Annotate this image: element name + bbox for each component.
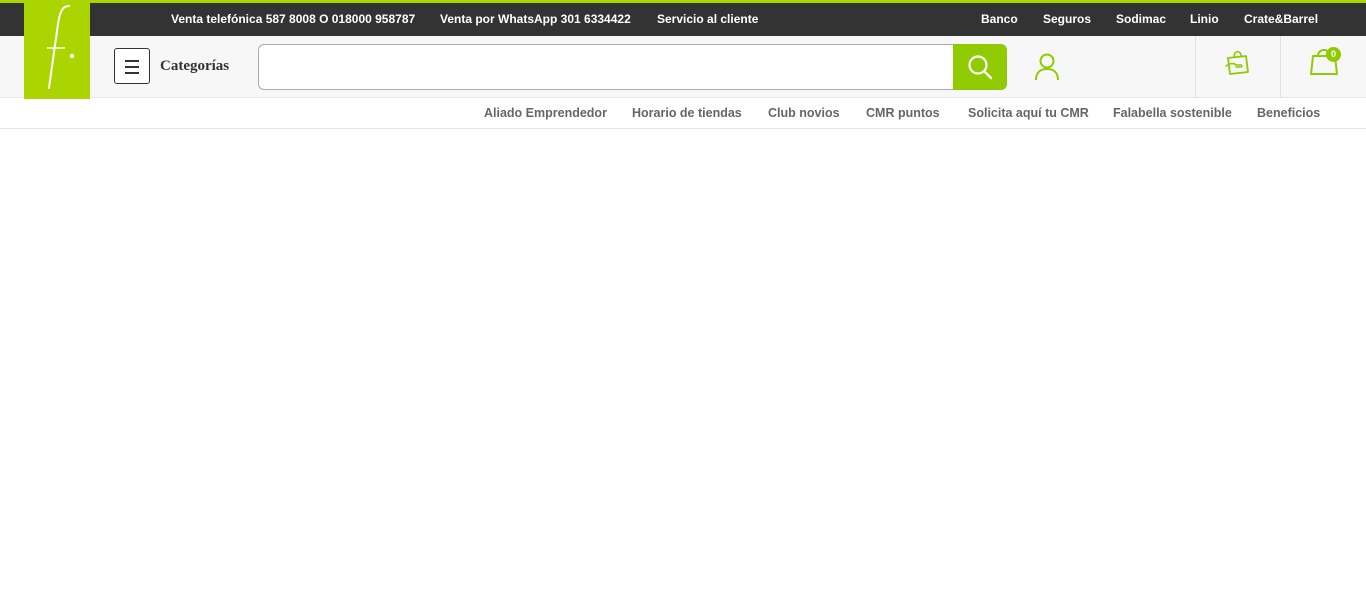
user-icon[interactable] bbox=[1033, 52, 1061, 82]
menu-icon-line bbox=[125, 66, 139, 68]
categories-menu-button[interactable] bbox=[114, 48, 150, 84]
search-icon bbox=[968, 55, 993, 80]
subnav-link-club-novios[interactable]: Club novios bbox=[768, 98, 840, 128]
gift-bag-icon[interactable] bbox=[1222, 46, 1254, 78]
menu-icon bbox=[125, 60, 139, 62]
cart-count-badge: 0 bbox=[1326, 47, 1341, 62]
falabella-logo[interactable] bbox=[24, 0, 90, 99]
subnav-link-aliado-emprendedor[interactable]: Aliado Emprendedor bbox=[484, 98, 607, 128]
secondary-nav: Aliado Emprendedor Horario de tiendas Cl… bbox=[0, 98, 1366, 129]
search-input[interactable] bbox=[258, 44, 954, 90]
subnav-link-falabella-sostenible[interactable]: Falabella sostenible bbox=[1113, 98, 1232, 128]
subnav-link-horario-tiendas[interactable]: Horario de tiendas bbox=[632, 98, 742, 128]
header-divider bbox=[1195, 36, 1196, 98]
whatsapp-sales-link[interactable]: Venta por WhatsApp 301 6334422 bbox=[440, 3, 631, 36]
topbar-link-linio[interactable]: Linio bbox=[1190, 3, 1219, 36]
page: Venta telefónica 587 8008 O 018000 95878… bbox=[0, 0, 1366, 604]
subnav-link-cmr-puntos[interactable]: CMR puntos bbox=[866, 98, 940, 128]
header-divider bbox=[1280, 36, 1281, 98]
topbar-link-crate-barrel[interactable]: Crate&Barrel bbox=[1244, 3, 1318, 36]
menu-icon-line bbox=[125, 72, 139, 74]
falabella-f-logo-icon bbox=[47, 5, 75, 89]
subnav-link-solicita-cmr[interactable]: Solicita aquí tu CMR bbox=[968, 98, 1089, 128]
categories-label[interactable]: Categorías bbox=[160, 58, 229, 75]
top-bar: Venta telefónica 587 8008 O 018000 95878… bbox=[0, 3, 1366, 36]
subnav-link-beneficios[interactable]: Beneficios bbox=[1257, 98, 1320, 128]
customer-service-link[interactable]: Servicio al cliente bbox=[657, 3, 758, 36]
topbar-link-banco[interactable]: Banco bbox=[981, 3, 1018, 36]
topbar-link-sodimac[interactable]: Sodimac bbox=[1116, 3, 1166, 36]
search-button[interactable] bbox=[953, 44, 1007, 90]
phone-sales-link[interactable]: Venta telefónica 587 8008 O 018000 95878… bbox=[171, 3, 415, 36]
topbar-link-seguros[interactable]: Seguros bbox=[1043, 3, 1091, 36]
